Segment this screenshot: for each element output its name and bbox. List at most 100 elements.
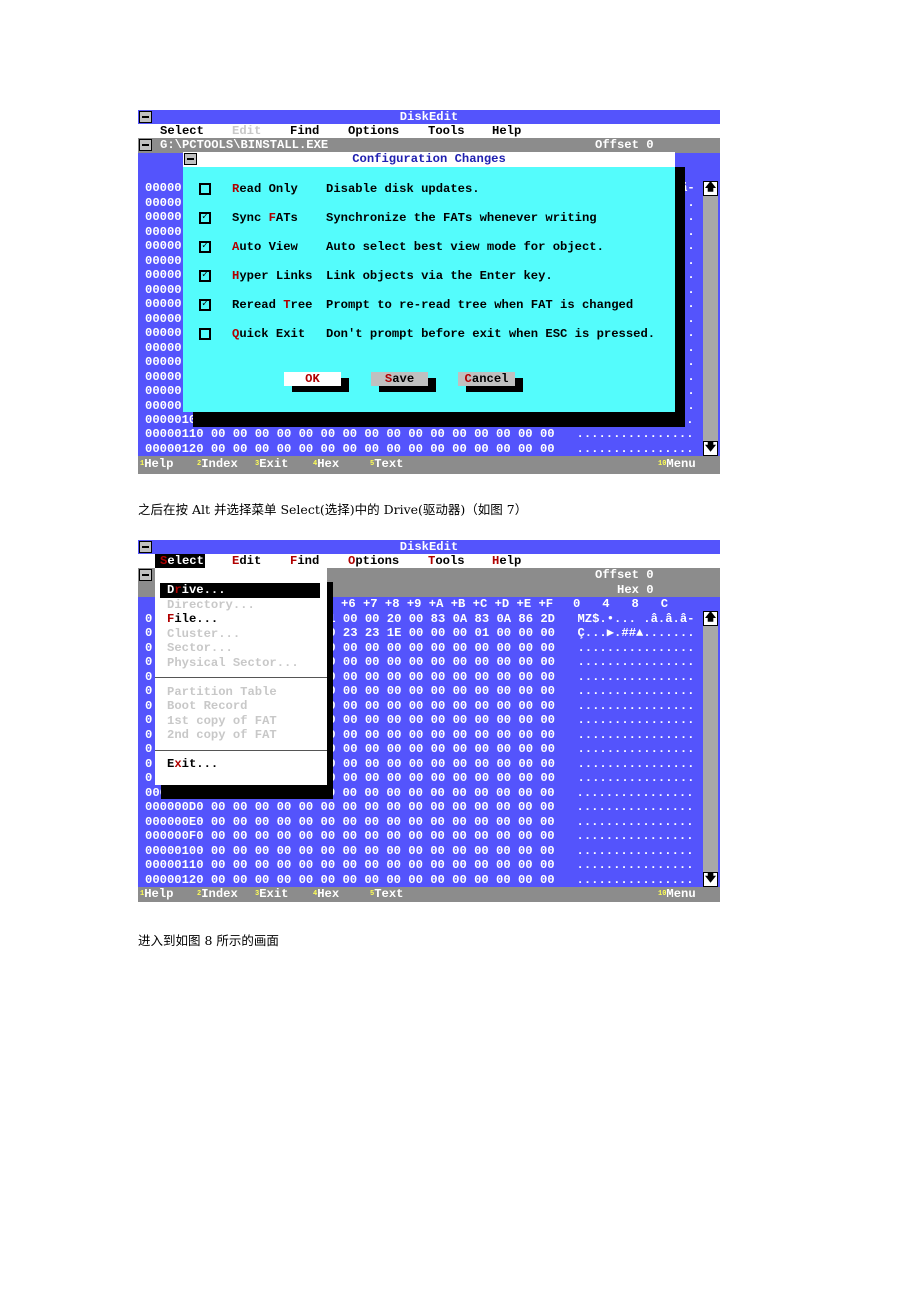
label-text: ave bbox=[392, 372, 415, 386]
ascii-fragment: ã- bbox=[680, 181, 695, 195]
checkbox-checked[interactable]: ✓ bbox=[199, 212, 211, 224]
checkbox-unchecked[interactable] bbox=[199, 328, 211, 340]
select-menu-item[interactable]: Exit... bbox=[167, 757, 218, 772]
status-label: Menu bbox=[666, 887, 696, 901]
status-label: Hex bbox=[317, 887, 340, 901]
menu-item[interactable]: Edit bbox=[232, 554, 261, 568]
checkbox-checked[interactable]: ✓ bbox=[199, 299, 211, 311]
hex-row-offset: 00000 bbox=[145, 355, 182, 369]
checkbox-checked[interactable]: ✓ bbox=[199, 241, 211, 253]
checkbox-unchecked[interactable] bbox=[199, 183, 211, 195]
menu-item[interactable]: Options bbox=[348, 554, 399, 568]
status-exit-button[interactable]: 3Exit bbox=[255, 456, 288, 472]
hex-row-offset: 00000 bbox=[145, 369, 182, 384]
hex-row-offset: 00000 bbox=[145, 297, 182, 311]
save-button[interactable]: Save bbox=[371, 372, 428, 386]
hex-row-offset: 0 bbox=[145, 727, 153, 742]
scrollbar[interactable]: 🡅 🡇 bbox=[703, 181, 718, 456]
hotkey-letter: T bbox=[283, 298, 291, 312]
menu-item[interactable]: Tools bbox=[428, 124, 465, 138]
label-text: Partition Table bbox=[167, 684, 277, 699]
option-row[interactable]: Read Only Disable disk updates. bbox=[183, 182, 675, 197]
hex-row-offset: 0 bbox=[145, 771, 153, 785]
select-menu-item: 1st copy of FAT bbox=[167, 714, 277, 729]
option-row[interactable]: ✓ Hyper Links Link objects via the Enter k… bbox=[183, 269, 675, 284]
status-hex-button[interactable]: 4Hex bbox=[313, 887, 339, 902]
label-text: ools bbox=[435, 554, 465, 568]
title-bar: DiskEdit bbox=[138, 540, 720, 554]
menu-item[interactable]: Find bbox=[290, 124, 319, 138]
label-text: Boot Record bbox=[167, 699, 248, 713]
status-text-button[interactable]: 5Text bbox=[370, 456, 403, 472]
hex-row-offset: 00000 bbox=[145, 398, 182, 413]
hex-row: 000000E0 00 00 00 00 00 00 00 00 00 00 0… bbox=[145, 814, 694, 829]
hex-row-offset: 00000 bbox=[145, 239, 182, 253]
option-row[interactable]: ✓ Reread Tree Prompt to re-read tree when … bbox=[183, 298, 675, 313]
label-text: ead Only bbox=[239, 182, 298, 196]
ascii-fragment: .. bbox=[680, 355, 695, 369]
menu-item[interactable]: Find bbox=[290, 554, 319, 568]
status-exit-button[interactable]: 3Exit bbox=[255, 887, 288, 902]
menu-item[interactable]: Edit bbox=[232, 124, 261, 138]
scrollbar[interactable]: 🡅 🡇 bbox=[703, 611, 718, 887]
menu-item[interactable]: Help bbox=[492, 124, 521, 138]
option-row[interactable]: ✓ Sync FATs Synchronize the FATs whenever … bbox=[183, 211, 675, 226]
select-menu-item[interactable]: File... bbox=[167, 612, 218, 627]
status-bar: 1Help 2Index 3Exit 4Hex 5Text 10Menu bbox=[138, 456, 720, 474]
option-row[interactable]: Quick Exit Don't prompt before exit when … bbox=[183, 327, 675, 342]
hex-row-bytes: 0 00 00 00 00 00 00 00 00 00 00 bbox=[328, 655, 555, 669]
status-label: Hex bbox=[317, 457, 340, 471]
hex-row-bytes: 0 00 00 00 00 00 00 00 00 00 00 bbox=[328, 669, 555, 684]
hex-row-offset: 0 bbox=[145, 611, 153, 626]
select-menu-item: Boot Record bbox=[167, 699, 247, 714]
status-text-button[interactable]: 5Text bbox=[370, 887, 403, 902]
status-menu-button[interactable]: 10Menu bbox=[658, 456, 696, 472]
hex-row-ascii: Ç...▶.##▲....... bbox=[577, 626, 695, 640]
scroll-down-icon[interactable]: 🡇 bbox=[703, 441, 718, 456]
hotkey-letter: r bbox=[174, 583, 182, 597]
menu-item[interactable]: Help bbox=[492, 554, 521, 568]
diskedit-screenshot-config: DiskEdit Select Edit Find Options Tools Help … bbox=[138, 110, 720, 474]
select-menu-item[interactable]: Drive... bbox=[160, 583, 320, 598]
status-hex-button[interactable]: 4Hex bbox=[313, 456, 339, 472]
system-menu-icon[interactable] bbox=[139, 541, 152, 553]
scroll-down-icon[interactable]: 🡇 bbox=[703, 872, 718, 887]
checkbox-checked[interactable]: ✓ bbox=[199, 270, 211, 282]
status-index-button[interactable]: 2Index bbox=[197, 887, 238, 902]
option-row[interactable]: ✓ Auto View Auto select best view mode for… bbox=[183, 240, 675, 255]
label-text: elect bbox=[167, 554, 204, 568]
hex-row-ascii: ................ bbox=[577, 698, 695, 713]
menu-item[interactable]: Tools bbox=[428, 554, 465, 568]
label-text: Sync bbox=[232, 211, 269, 225]
ascii-fragment: .. bbox=[680, 326, 695, 340]
menu-item[interactable]: Options bbox=[348, 124, 399, 138]
status-label: Help bbox=[144, 887, 174, 901]
scroll-up-icon[interactable]: 🡅 bbox=[703, 611, 718, 626]
system-menu-icon[interactable] bbox=[139, 569, 152, 581]
hex-row-offset: 0 bbox=[145, 669, 153, 684]
status-index-button[interactable]: 2Index bbox=[197, 456, 238, 472]
dialog-system-menu-icon[interactable] bbox=[184, 153, 197, 165]
select-menu-item: Cluster... bbox=[167, 627, 240, 642]
ok-button[interactable]: OK bbox=[284, 372, 341, 386]
ascii-fragment: .. bbox=[680, 253, 695, 268]
hotkey-letter: OK bbox=[305, 372, 320, 386]
status-help-button[interactable]: 1Help bbox=[140, 887, 173, 902]
hex-row-offset: 00000 bbox=[145, 224, 182, 239]
hex-row-offset: 00000 bbox=[145, 210, 182, 224]
menu-item[interactable]: Select bbox=[160, 124, 204, 138]
status-help-button[interactable]: 1Help bbox=[140, 456, 173, 472]
hex-row-ascii: ................ bbox=[577, 640, 695, 655]
status-menu-button[interactable]: 10Menu bbox=[658, 887, 696, 902]
system-menu-icon[interactable] bbox=[139, 139, 152, 151]
hex-row-offset: 00000 bbox=[145, 384, 182, 398]
hotkey-letter: x bbox=[174, 757, 182, 771]
cancel-button[interactable]: Cancel bbox=[458, 372, 515, 386]
system-menu-icon[interactable] bbox=[139, 111, 152, 123]
hex-row-offset: 00000 bbox=[145, 311, 182, 326]
menu-item[interactable]: Select bbox=[155, 554, 205, 568]
hex-row-ascii: ................ bbox=[577, 756, 695, 771]
hex-row-bytes: 0 23 23 1E 00 00 00 01 00 00 00 bbox=[328, 626, 555, 640]
scroll-up-icon[interactable]: 🡅 bbox=[703, 181, 718, 196]
option-description: Prompt to re-read tree when FAT is chang… bbox=[326, 298, 634, 312]
